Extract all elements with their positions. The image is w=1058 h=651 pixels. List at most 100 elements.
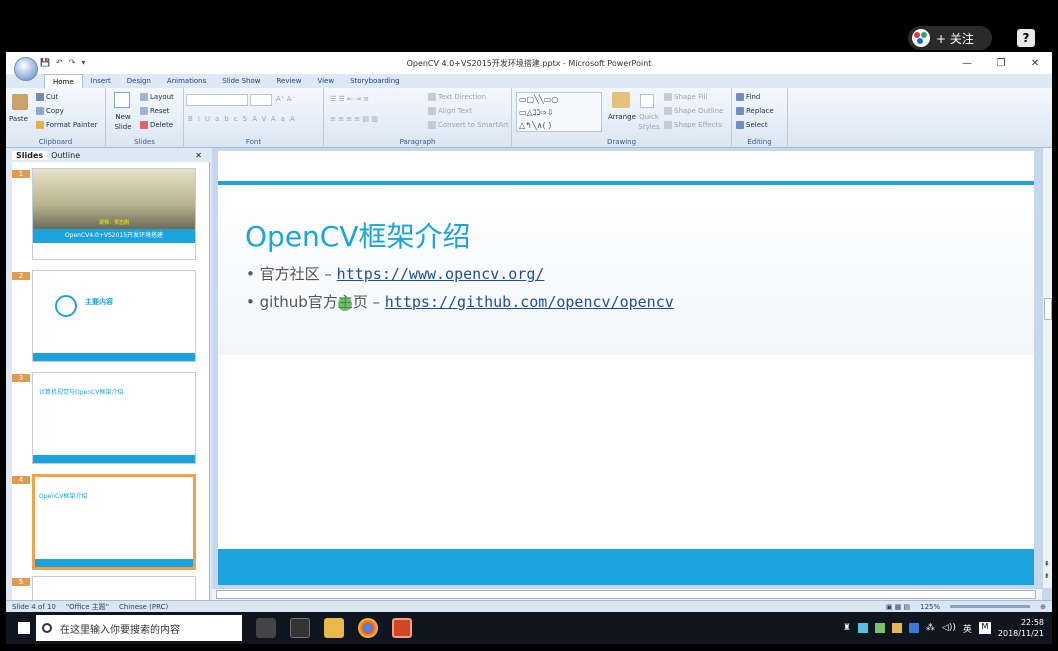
minimize-button[interactable]: — — [950, 52, 984, 74]
select-button[interactable]: Select — [736, 120, 768, 130]
slide-thumbnail-2[interactable]: 主要内容 — [32, 270, 196, 362]
case-button[interactable]: Aa — [271, 115, 290, 123]
tab-slides[interactable]: Slides — [12, 150, 48, 160]
help-icon[interactable]: ? — [1017, 29, 1035, 47]
shape-effects-button[interactable]: Shape Effects — [664, 120, 722, 130]
grow-font-icon[interactable]: A⁺ A⁻ — [276, 94, 295, 104]
tab-design[interactable]: Design — [119, 74, 159, 88]
tab-insert[interactable]: Insert — [83, 74, 119, 88]
font-format-buttons[interactable]: BIUabcSAVAaA — [188, 114, 300, 124]
slides-group-label: Slides — [134, 138, 155, 146]
file-explorer-icon[interactable] — [324, 618, 344, 638]
text-direction-button[interactable]: Text Direction — [428, 92, 486, 102]
replace-button[interactable]: Replace — [736, 106, 774, 116]
slide-thumbnail-4[interactable]: OpenCV框架介绍 — [32, 474, 196, 570]
scroll-thumb[interactable] — [1044, 298, 1052, 320]
tab-animations[interactable]: Animations — [159, 74, 214, 88]
spacing-button[interactable]: AV — [252, 115, 271, 123]
vertical-scrollbar[interactable]: ⇞ ⇟ — [1042, 148, 1052, 588]
zoom-slider[interactable] — [950, 605, 1031, 608]
shape-outline-label: Shape Outline — [674, 107, 724, 115]
copy-button[interactable]: Copy — [36, 106, 64, 116]
current-slide[interactable]: OpenCV框架介绍 • 官方社区 – https://www.opencv.o… — [218, 151, 1034, 585]
close-pane-icon[interactable]: ✕ — [191, 151, 206, 160]
shapes-gallery[interactable]: ▭▢╲╲▭○ ▭△ℷℷ⇨⇩ △↰╲∧( ) — [516, 92, 602, 132]
slide-title[interactable]: OpenCV框架介绍 — [245, 215, 471, 255]
paste-button[interactable]: Paste — [9, 114, 28, 124]
clock[interactable]: 22:58 2018/11/21 — [998, 617, 1044, 639]
windows-start-icon[interactable] — [18, 622, 30, 634]
font-size-select[interactable] — [250, 94, 272, 106]
slide-number: 3 — [12, 374, 30, 382]
paste-icon[interactable] — [12, 94, 28, 110]
tab-view[interactable]: View — [309, 74, 342, 88]
bullet-item-1[interactable]: • 官方社区 – https://www.opencv.org/ — [246, 263, 544, 284]
slide-thumbnail-3[interactable]: 计算机视觉与OpenCV框架介绍 — [32, 372, 196, 464]
horizontal-scrollbar[interactable] — [212, 588, 1042, 600]
align-text-button[interactable]: Align Text — [428, 106, 472, 116]
tab-slide-show[interactable]: Slide Show — [214, 74, 268, 88]
font-family-select[interactable] — [186, 94, 248, 106]
new-slide-button[interactable]: New Slide — [110, 112, 136, 132]
thumb-title: 主要内容 — [85, 298, 113, 306]
delete-button[interactable]: Delete — [140, 120, 173, 130]
taskbar-search[interactable]: 在这里输入你要搜索的内容 — [36, 615, 242, 641]
bluetooth-icon[interactable] — [908, 623, 919, 633]
cut-button[interactable]: Cut — [36, 92, 58, 102]
next-slide-icon[interactable]: ⇟ — [1044, 572, 1050, 580]
format-painter-button[interactable]: Format Painter — [36, 120, 97, 130]
shape-fill-button[interactable]: Shape Fill — [664, 92, 708, 102]
tray-app-icon[interactable] — [857, 623, 868, 633]
shadow-button[interactable]: S — [243, 115, 253, 123]
layout-button[interactable]: Layout — [140, 92, 174, 102]
volume-icon[interactable]: ◁)) — [942, 623, 956, 633]
link-opencv-org[interactable]: https://www.opencv.org/ — [337, 265, 545, 283]
new-slide-icon[interactable] — [114, 92, 130, 108]
smartart-icon — [428, 121, 436, 129]
list-icons[interactable]: ☰ ☰ ⇤ ⇥ ≡ — [330, 94, 369, 104]
office-button[interactable] — [14, 57, 38, 81]
find-button[interactable]: Find — [736, 92, 760, 102]
quick-styles-icon[interactable] — [640, 94, 654, 108]
maximize-button[interactable]: ❐ — [984, 52, 1018, 74]
close-button[interactable]: ✕ — [1018, 52, 1052, 74]
view-buttons[interactable]: ▣ ▦ ▤ — [886, 603, 910, 611]
arrange-icon[interactable] — [612, 92, 630, 108]
tray-app-icon[interactable] — [874, 623, 885, 633]
hscroll-thumb[interactable] — [216, 590, 1036, 599]
powerpoint-icon[interactable] — [392, 618, 412, 638]
chrome-icon[interactable] — [358, 618, 378, 638]
ime-indicator[interactable]: 英 — [963, 622, 972, 635]
drawing-group-label: Drawing — [606, 138, 637, 146]
link-github-opencv[interactable]: https://github.com/opencv/opencv — [385, 293, 674, 311]
tab-home[interactable]: Home — [44, 74, 83, 88]
mic-icon[interactable] — [256, 618, 276, 638]
paragraph-group-label: Paragraph — [399, 138, 436, 146]
align-icons[interactable]: ≡ ≡ ≡ ≡ ▤ ▥ — [330, 114, 378, 124]
reset-label: Reset — [150, 107, 170, 115]
fit-slide-icon[interactable]: ⊕ — [1040, 603, 1046, 611]
prev-slide-icon[interactable]: ⇞ — [1044, 560, 1050, 568]
convert-smartart-button[interactable]: Convert to SmartArt — [428, 120, 509, 130]
ime-mode-icon[interactable]: M — [978, 622, 991, 634]
tab-outline[interactable]: Outline — [47, 151, 84, 160]
reset-button[interactable]: Reset — [140, 106, 170, 116]
font-color-button[interactable]: A — [290, 115, 300, 123]
quick-styles-button[interactable]: Quick Styles — [636, 112, 662, 132]
underline-button[interactable]: U — [205, 115, 215, 123]
network-icon[interactable]: ⁂ — [926, 623, 935, 633]
arrange-button[interactable]: Arrange — [608, 112, 636, 122]
tab-storyboarding[interactable]: Storyboarding — [342, 74, 408, 88]
slide-thumbnail-1[interactable]: OpenCV4.0+VS2015开发环境搭建 讲师：贾志刚 — [32, 168, 196, 260]
follow-button[interactable]: + 关注 — [908, 26, 992, 50]
tray-app-icon[interactable] — [891, 623, 902, 633]
powerpoint-window: 💾 ↶ ↷ ▾ OpenCV 4.0+VS2015开发环境搭建.pptx - M… — [6, 52, 1052, 612]
bullet-item-2[interactable]: • github官方主页 – https://github.com/opencv… — [246, 291, 674, 312]
italic-button[interactable]: I — [198, 115, 205, 123]
bold-button[interactable]: B — [188, 115, 198, 123]
shape-outline-button[interactable]: Shape Outline — [664, 106, 723, 116]
task-view-icon[interactable] — [290, 618, 310, 638]
tab-review[interactable]: Review — [268, 74, 309, 88]
people-icon[interactable]: ♜ — [843, 623, 851, 633]
strikethrough-button[interactable]: abc — [215, 115, 243, 123]
